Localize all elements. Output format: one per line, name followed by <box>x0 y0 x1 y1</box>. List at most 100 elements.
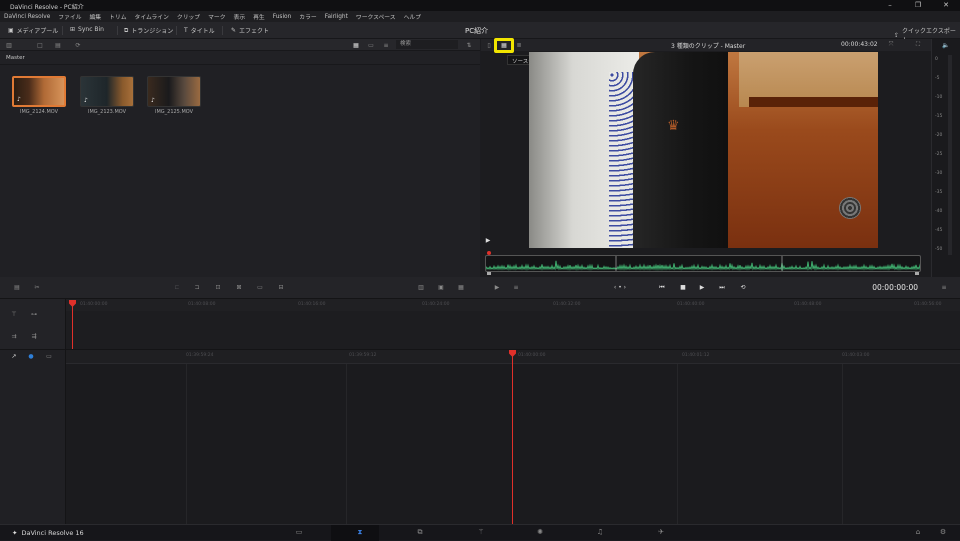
media-page-icon[interactable]: ▭ <box>292 528 306 538</box>
new-bin-icon[interactable]: □ <box>36 41 44 49</box>
edit-tool-icon[interactable]: ↗ <box>9 352 19 361</box>
source-overwrite-icon[interactable]: ▥ <box>416 283 426 292</box>
link-icon[interactable]: ⊶ <box>28 309 40 319</box>
edit-page-icon[interactable]: ⧉ <box>413 528 427 538</box>
close-up-icon[interactable]: ▦ <box>456 283 466 292</box>
menu-item-workspace[interactable]: ワークスペース <box>356 12 396 21</box>
skip-forward-icon[interactable]: ⏭ <box>716 283 728 292</box>
sync-bin-button[interactable]: ⊞ Sync Bin <box>70 26 104 33</box>
transitions-button[interactable]: ⧉ トランジション <box>124 26 173 36</box>
timeline-view-icon[interactable]: ▤ <box>10 283 24 292</box>
fusion-page-icon[interactable]: ⚚ <box>474 528 488 538</box>
insert-icon[interactable]: ⊏ <box>172 283 182 292</box>
upper-playhead[interactable] <box>72 305 73 350</box>
playlist-icon[interactable]: ≣ <box>515 41 523 49</box>
home-icon[interactable]: ⌂ <box>911 528 925 538</box>
skip-back-icon[interactable]: ⏮ <box>656 283 668 292</box>
clip-name: IMG_2125.MOV <box>154 109 194 115</box>
color-page-icon[interactable]: ✺ <box>533 528 547 538</box>
track-dest-icon[interactable]: ⇉ <box>8 331 20 341</box>
upper-ruler[interactable]: 01:40:00:00 01:40:08:00 01:40:16:00 01:40:2… <box>66 299 960 311</box>
grid-line <box>346 364 347 525</box>
metadata-view-icon[interactable]: ≡ <box>382 41 390 49</box>
flag-icon[interactable]: ▭ <box>43 352 55 361</box>
clip-thumbnail: ♪ <box>147 76 201 107</box>
transitions-icon: ⧉ <box>124 26 129 34</box>
deliver-page-icon[interactable]: ✈ <box>654 528 668 538</box>
ruler-tick-label: 01:39:59:12 <box>349 353 377 358</box>
window-controls: – ❐ ✕ <box>876 0 960 11</box>
baseboard <box>749 97 878 107</box>
overwrite-icon[interactable]: ⊐ <box>192 283 202 292</box>
clip-mode-icon[interactable]: ▶ <box>491 283 503 292</box>
play-icon[interactable]: ▶ <box>697 283 707 292</box>
title-bar: DaVinci Resolve - PC紹介 – ❐ ✕ <box>0 0 960 11</box>
replace-icon[interactable]: ⊡ <box>213 283 223 292</box>
upper-track-controls: ⊤ ⊶ ⇉ ⇶ <box>0 299 66 350</box>
search-input[interactable]: 検索 <box>396 40 458 49</box>
out-point-handle[interactable] <box>915 272 919 275</box>
fairlight-page-icon[interactable]: ♫ <box>593 528 607 538</box>
menu-item-playback[interactable]: 再生 <box>253 12 265 21</box>
effects-button[interactable]: ✎ エフェクト <box>231 26 269 35</box>
menu-icon[interactable]: ≡ <box>939 283 949 292</box>
menu-item-color[interactable]: カラー <box>299 12 316 21</box>
effects-icon: ✎ <box>231 27 237 34</box>
menu-item-edit[interactable]: 編集 <box>90 12 102 21</box>
media-clip[interactable]: ♪ IMG_2123.MOV <box>80 76 134 121</box>
viewer-options-icon[interactable]: ⤧ <box>885 41 897 49</box>
menu-item-file[interactable]: ファイル <box>58 12 81 21</box>
audio-dest-icon[interactable]: ⇶ <box>28 331 40 341</box>
lower-playhead[interactable] <box>512 354 513 525</box>
loop-icon[interactable]: ⟲ <box>737 283 749 292</box>
toolbar-divider <box>62 26 63 35</box>
db-scale-label: -10 <box>935 95 943 100</box>
list-view-icon[interactable]: ▭ <box>367 41 375 49</box>
menu-item-clip[interactable]: クリップ <box>177 12 200 21</box>
menu-item-fairlight[interactable]: Fairlight <box>325 14 348 20</box>
fit-to-fill-icon[interactable]: ⊠ <box>234 283 244 292</box>
source-playhead[interactable] <box>487 251 491 255</box>
audio-waveform[interactable] <box>485 255 921 272</box>
waveform-graphic <box>486 256 920 271</box>
titles-button[interactable]: T タイトル <box>184 26 215 35</box>
titles-icon: T <box>184 27 188 34</box>
layout-icon[interactable]: ▯ <box>485 41 493 49</box>
snap-icon[interactable]: ⊤ <box>8 309 20 319</box>
speaker-icon[interactable]: 🔈 <box>941 41 951 49</box>
thumbnail-view-icon[interactable]: ▦ <box>352 41 360 49</box>
marker-icon[interactable]: ● <box>26 352 36 361</box>
media-clip[interactable]: ♪ IMG_2125.MOV <box>147 76 201 121</box>
menu-item-fusion[interactable]: Fusion <box>273 14 292 20</box>
db-scale-label: -30 <box>935 171 943 176</box>
ripple-icon[interactable]: ▣ <box>436 283 446 292</box>
menu-item-trim[interactable]: トリム <box>109 12 126 21</box>
sort-icon[interactable]: ⇅ <box>465 41 473 49</box>
place-on-top-icon[interactable]: ▭ <box>255 283 265 292</box>
settings-gear-icon[interactable]: ⚙ <box>936 528 950 538</box>
bin-list-icon[interactable]: ▤ <box>54 41 62 49</box>
menu-item-timeline[interactable]: タイムライン <box>135 12 169 21</box>
append-icon[interactable]: ⊟ <box>276 283 286 292</box>
menu-item-mark[interactable]: マーク <box>208 12 225 21</box>
menu-item-view[interactable]: 表示 <box>234 12 246 21</box>
menu-item-help[interactable]: ヘルプ <box>404 12 421 21</box>
maximize-button[interactable]: ❐ <box>904 0 932 11</box>
sidebar-toggle-icon[interactable]: ▥ <box>4 41 14 49</box>
db-scale-label: -20 <box>935 133 943 138</box>
stop-icon[interactable]: ■ <box>678 283 688 292</box>
media-pool-label: メディアプール <box>16 28 59 35</box>
fullscreen-icon[interactable]: ⛶ <box>913 41 923 49</box>
media-clip[interactable]: ♪ IMG_2124.MOV <box>12 76 66 121</box>
close-button[interactable]: ✕ <box>932 0 960 11</box>
cut-page-icon[interactable]: ⧗ <box>353 528 367 538</box>
jog-icon[interactable]: ‹ • › <box>605 283 635 292</box>
menu-item-davinci[interactable]: DaVinci Resolve <box>4 14 50 20</box>
refresh-icon[interactable]: ⟳ <box>74 41 82 49</box>
in-point-handle[interactable] <box>487 272 491 275</box>
trim-mode-icon[interactable]: ≡ <box>511 283 521 292</box>
media-pool-button[interactable]: ▣ メディアプール <box>8 26 58 35</box>
ruler-tick-label: 01:40:24:00 <box>422 302 450 307</box>
minimize-button[interactable]: – <box>876 0 904 11</box>
blade-icon[interactable]: ✂ <box>33 283 41 292</box>
